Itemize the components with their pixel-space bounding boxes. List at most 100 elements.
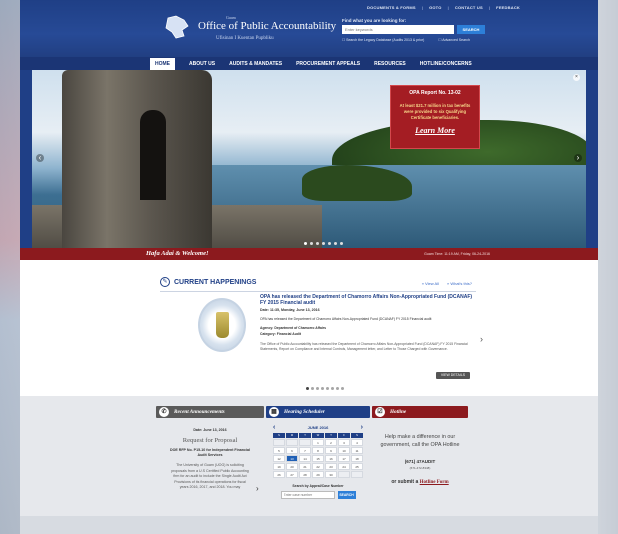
guam-island-logo-icon[interactable]	[162, 14, 194, 40]
calendar-day[interactable]: 25	[351, 463, 363, 470]
search-options: ☐ Search the Legacy Database (Audits 201…	[342, 38, 470, 42]
top-link-documents[interactable]: DOCUMENTS & FORMS	[367, 5, 416, 10]
top-links: DOCUMENTS & FORMS | GOTO | CONTACT US | …	[367, 5, 520, 10]
slider-dot[interactable]	[322, 242, 325, 245]
search-button[interactable]: SEARCH	[457, 25, 485, 34]
calendar-prev-icon[interactable]: ‹	[273, 424, 275, 431]
happenings-dot[interactable]	[341, 387, 344, 390]
slider-dot[interactable]	[304, 242, 307, 245]
announcement-body: The University of Guam (UOG) is soliciti…	[171, 463, 249, 489]
calendar-day[interactable]: 20	[286, 463, 298, 470]
slider-dot[interactable]	[334, 242, 337, 245]
calendar-day[interactable]: 5	[273, 447, 285, 454]
nav-home[interactable]: HOME	[150, 57, 175, 70]
nav-audits[interactable]: AUDITS & MANDATES	[229, 61, 282, 67]
welcome-text: Hafa Adai & Welcome!	[146, 250, 209, 257]
slider-prev-arrow-icon[interactable]: ‹	[36, 154, 44, 162]
separator: |	[421, 5, 424, 10]
slider-next-arrow-icon[interactable]: ›	[574, 154, 582, 162]
slider-dot[interactable]	[340, 242, 343, 245]
happenings-dot[interactable]	[316, 387, 319, 390]
search-input[interactable]	[342, 25, 454, 34]
nav-procurement[interactable]: PROCUREMENT APPEALS	[296, 61, 360, 67]
latte-stone-icon	[216, 312, 229, 338]
announcements-header: ✆ Recent Announcements	[156, 406, 264, 418]
announcement-subheading[interactable]: DOE RFP No. P15-10 for Independent Finan…	[156, 448, 264, 457]
advanced-search-label: Advanced Search	[442, 38, 470, 42]
calendar-day[interactable]: 13	[286, 455, 298, 462]
calendar-day[interactable]: 26	[273, 471, 285, 478]
background-edge	[0, 0, 20, 534]
nav-resources[interactable]: RESOURCES	[374, 61, 406, 67]
top-link-contact[interactable]: CONTACT US	[455, 5, 483, 10]
happenings-next-arrow-icon[interactable]: ›	[480, 334, 483, 344]
legacy-search-checkbox[interactable]: ☐ Search the Legacy Database (Audits 201…	[342, 38, 424, 42]
calendar-day[interactable]: 28	[299, 471, 311, 478]
top-link-feedback[interactable]: FEEDBACK	[496, 5, 520, 10]
whats-this-link[interactable]: » What's this?	[447, 281, 472, 286]
happenings-dot[interactable]	[336, 387, 339, 390]
hotline-form-link[interactable]: Hotline Form	[420, 480, 449, 485]
calendar-day[interactable]: 17	[338, 455, 350, 462]
happenings-dot[interactable]	[306, 387, 309, 390]
calendar-day[interactable]: 7	[299, 447, 311, 454]
happenings-dot[interactable]	[326, 387, 329, 390]
site-title[interactable]: Office of Public Accountability	[198, 20, 336, 32]
calendar-day[interactable]: 12	[273, 455, 285, 462]
learn-more-link[interactable]: Learn More	[391, 126, 479, 135]
calendar-day	[286, 439, 298, 446]
calendar-day[interactable]: 15	[312, 455, 324, 462]
calendar-header: ‹ JUNE 2016 ›	[273, 424, 363, 431]
calendar-day[interactable]: 1	[312, 439, 324, 446]
calendar-day[interactable]: 2	[325, 439, 337, 446]
calendar-day[interactable]: 9	[325, 447, 337, 454]
top-link-goto[interactable]: GOTO	[429, 5, 442, 10]
report-callout[interactable]: OPA Report No. 13-02 At least $21.7 mill…	[390, 85, 480, 149]
happenings-headline[interactable]: OPA has released the Department of Chamo…	[260, 294, 474, 306]
calendar-day[interactable]: 10	[338, 447, 350, 454]
calendar-day[interactable]: 14	[299, 455, 311, 462]
hero-slider[interactable]: ‹ › × OPA Report No. 13-02 At least $21.…	[32, 70, 586, 248]
nav-about[interactable]: ABOUT US	[189, 61, 215, 67]
calendar-day[interactable]: 11	[351, 447, 363, 454]
hotline-text: Help make a difference in our government…	[380, 434, 460, 448]
calendar-day[interactable]: 19	[273, 463, 285, 470]
calendar-day[interactable]: 6	[286, 447, 298, 454]
happenings-dot[interactable]	[321, 387, 324, 390]
case-search-button[interactable]: SEARCH	[337, 491, 356, 499]
close-icon[interactable]: ×	[573, 74, 580, 81]
happenings-summary: OPA has released the Department of Chamo…	[260, 317, 432, 321]
calendar-day[interactable]: 22	[312, 463, 324, 470]
calendar-next-icon[interactable]: ›	[361, 424, 363, 431]
view-all-link[interactable]: » View All	[422, 281, 439, 286]
slider-dot[interactable]	[310, 242, 313, 245]
slider-dot[interactable]	[316, 242, 319, 245]
search-label: Find what you are looking for:	[342, 18, 407, 23]
announcements-title: Recent Announcements	[174, 409, 225, 415]
calendar-day[interactable]: 16	[325, 455, 337, 462]
calendar-day[interactable]: 30	[325, 471, 337, 478]
view-details-button[interactable]: VIEW DETAILS	[436, 372, 470, 379]
happenings-dot[interactable]	[311, 387, 314, 390]
happenings-dot[interactable]	[331, 387, 334, 390]
calendar-day[interactable]: 27	[286, 471, 298, 478]
case-number-input[interactable]	[280, 491, 335, 499]
calendar-day[interactable]: 18	[351, 455, 363, 462]
calendar-day[interactable]: 3	[338, 439, 350, 446]
calendar-day[interactable]: 4	[351, 439, 363, 446]
calendar-day[interactable]: 8	[312, 447, 324, 454]
happenings-body: The Office of Public Accountability has …	[260, 342, 468, 351]
advanced-search-link[interactable]: ☐ Advanced Search	[438, 38, 470, 42]
nav-hotline[interactable]: HOTLINE/CONCERNS	[420, 61, 472, 67]
calendar-weekday: T	[325, 433, 337, 438]
happenings-agency: Agency: Department of Chamorro Affairs	[260, 326, 327, 330]
calendar-day[interactable]: 23	[325, 463, 337, 470]
slider-dot[interactable]	[328, 242, 331, 245]
announcement-next-arrow-icon[interactable]: ›	[256, 484, 259, 493]
bottom-section: ✆ Recent Announcements Date: June 13, 20…	[20, 396, 598, 534]
current-happenings: ✎ CURRENT HAPPENINGS » View All » What's…	[160, 272, 483, 394]
calendar-day[interactable]: 24	[338, 463, 350, 470]
calendar-day[interactable]: 29	[312, 471, 324, 478]
hotline-phone: (671) 47AUDIT	[404, 459, 436, 464]
calendar-day[interactable]: 21	[299, 463, 311, 470]
